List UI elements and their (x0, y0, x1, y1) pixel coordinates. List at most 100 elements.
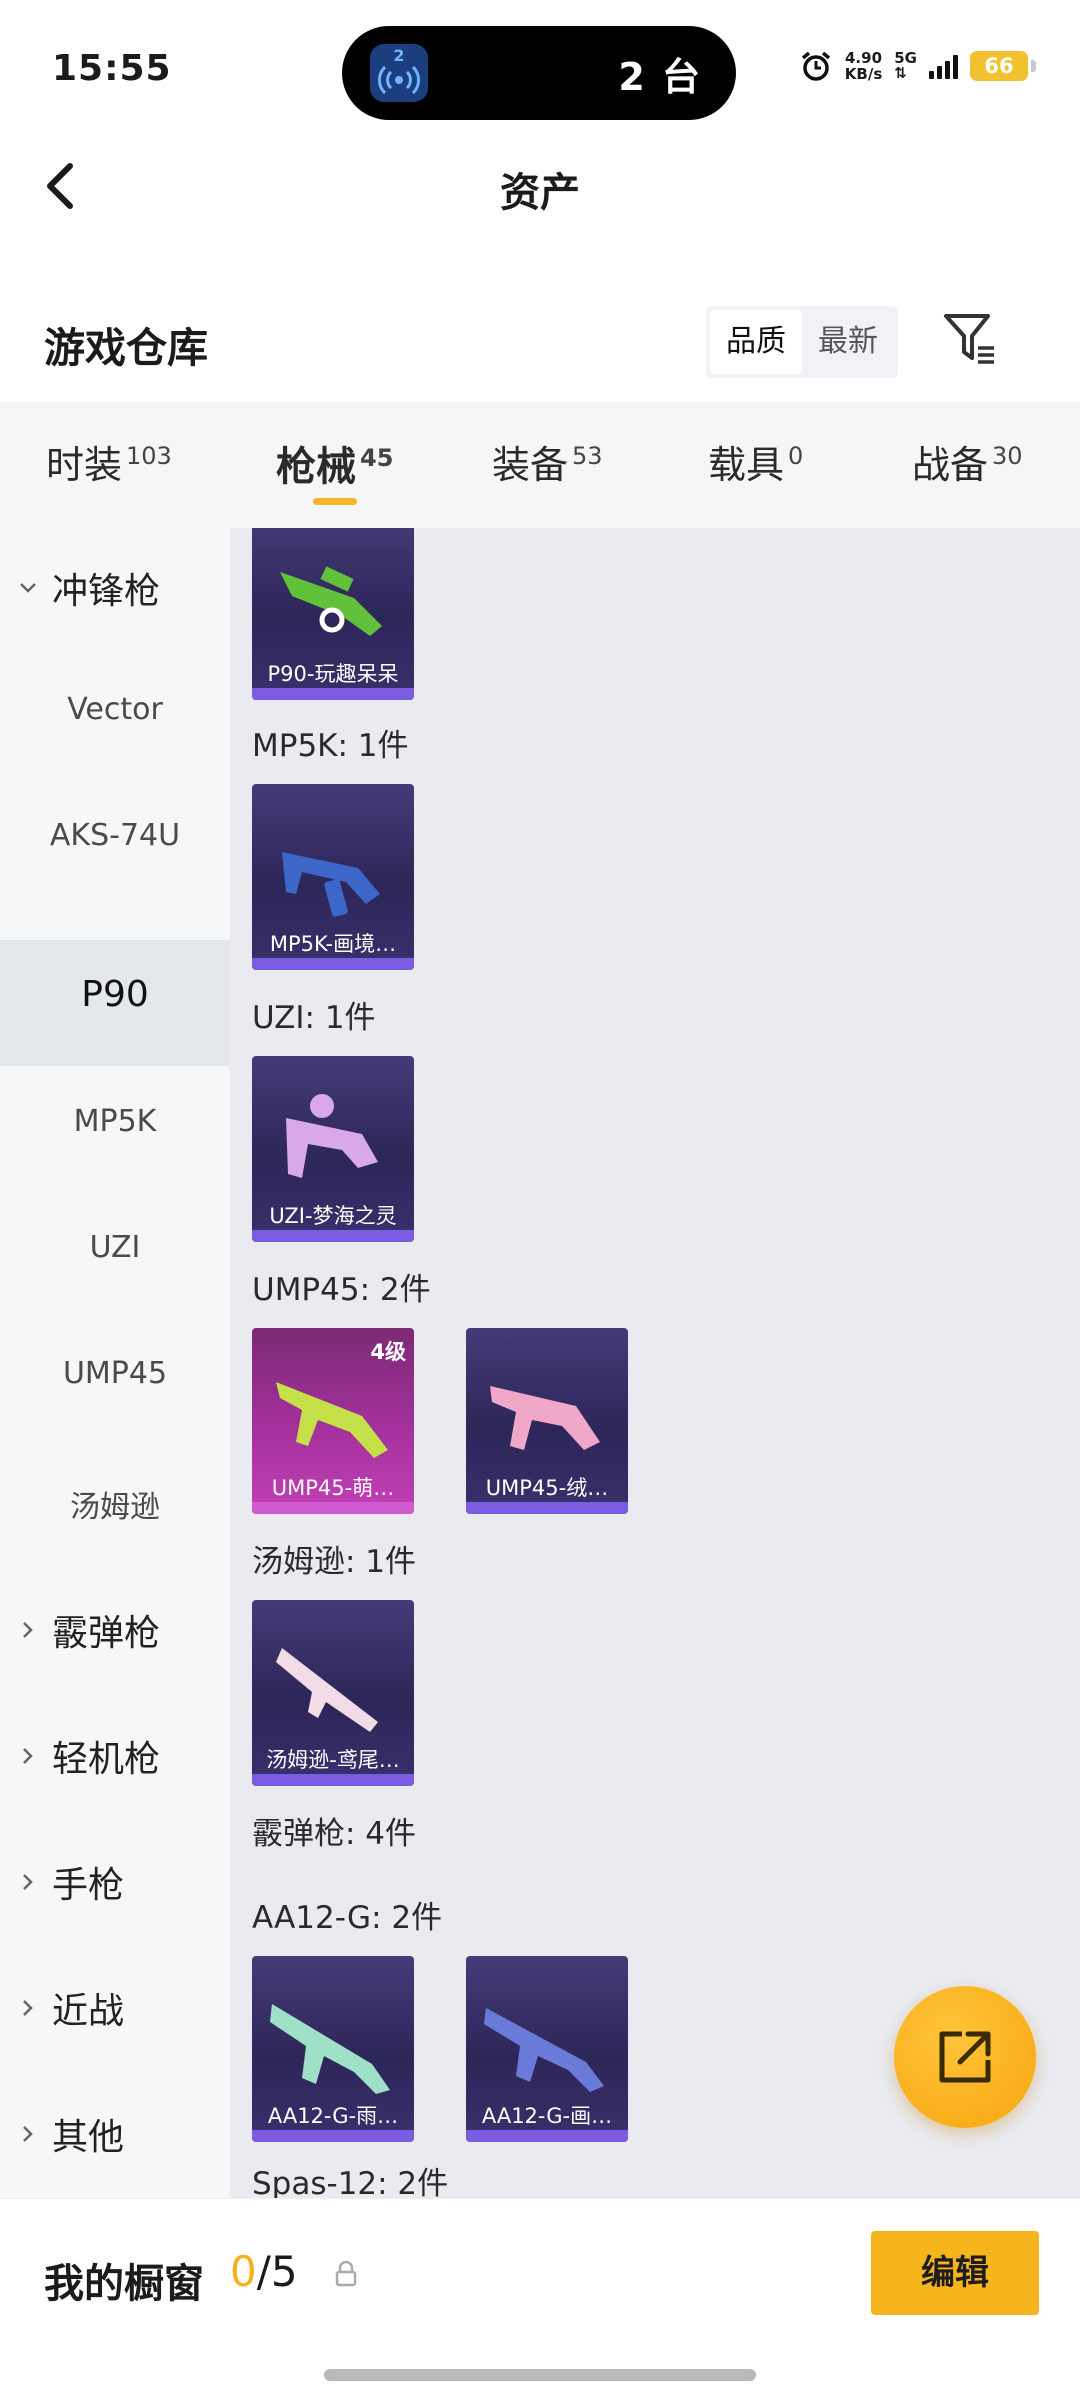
speed-unit: KB/s (844, 65, 883, 83)
rarity-bar (252, 2130, 414, 2142)
network-type: 5G ⇅ (894, 51, 917, 81)
weapon-image (484, 2008, 604, 2092)
sidebar-item-label: 近战 (52, 1991, 125, 2032)
group-header: Spas-12: 2件 (252, 2166, 449, 2198)
sidebar-item-label: 手枪 (52, 1865, 125, 1906)
signal-icon (929, 53, 958, 79)
skin-card[interactable]: UZI-梦海之灵 (252, 1056, 414, 1242)
weapon-image (270, 2004, 390, 2094)
group-header: MP5K: 1件 (252, 728, 409, 764)
skin-card[interactable]: 4级 UMP45-萌… (252, 1328, 414, 1514)
sidebar-item-vector[interactable]: Vector (0, 654, 230, 780)
showcase-count: 0/5 (230, 2247, 298, 2296)
sidebar-item-aks74u[interactable]: AKS-74U (0, 780, 230, 906)
sort-option-newest[interactable]: 最新 (802, 310, 894, 374)
sort-option-quality[interactable]: 品质 (710, 310, 802, 374)
showcase-title: 我的橱窗 (44, 2261, 204, 2307)
sort-toggle[interactable]: 品质 最新 (706, 306, 898, 378)
speed-value: 4.90 (845, 49, 883, 67)
filter-icon[interactable] (938, 306, 1002, 370)
chevron-right-icon (23, 1874, 33, 1890)
sidebar-item-shotgun[interactable]: 霰弹枪 (0, 1570, 230, 1696)
skin-name: MP5K-画境… (269, 932, 397, 956)
weapon-image (282, 852, 380, 917)
skin-name: AA12-G-画… (481, 2104, 613, 2128)
rarity-bar (252, 1502, 414, 1514)
tab-label: 装备 (492, 443, 569, 487)
battery-level: 66 (984, 54, 1014, 78)
tab-supplies[interactable]: 战备 30 (912, 434, 1023, 489)
edit-button[interactable]: 编辑 (871, 2231, 1039, 2315)
sidebar-item-label: 霰弹枪 (52, 1613, 161, 1654)
sidebar-item-other[interactable]: 其他 (0, 2074, 230, 2200)
chevron-right-icon (23, 1748, 33, 1764)
chevron-down-icon (20, 583, 36, 593)
title-bar: 资产 (0, 140, 1080, 230)
showcase-bar: 我的橱窗 0/5 编辑 (0, 2198, 1080, 2349)
category-tabs: 时装 103 枪械 45 装备 53 载具 0 战备 30 (0, 402, 1080, 528)
sidebar-item-melee[interactable]: 近战 (0, 1948, 230, 2074)
share-button[interactable] (894, 1986, 1036, 2128)
sidebar-item-smg[interactable]: 冲锋枪 (0, 528, 230, 654)
sidebar-item-label: Vector (67, 692, 163, 727)
alarm-icon (801, 51, 830, 81)
sidebar-item-ump45[interactable]: UMP45 (0, 1318, 230, 1444)
tab-fashion[interactable]: 时装 103 (46, 434, 172, 489)
skin-card[interactable]: UMP45-绒… (466, 1328, 628, 1514)
battery-icon: 66 (970, 51, 1036, 81)
rarity-bar (466, 1502, 628, 1514)
sidebar-item-label: 轻机枪 (52, 1739, 161, 1780)
tab-equipment[interactable]: 装备 53 (492, 434, 603, 489)
tab-label: 战备 (912, 443, 989, 487)
sidebar-item-mp5k[interactable]: MP5K (0, 1066, 230, 1192)
rarity-bar (252, 958, 414, 970)
weapon-image (276, 1382, 388, 1458)
rarity-bar (252, 688, 414, 700)
tab-label: 时装 (46, 443, 123, 487)
skin-card[interactable]: AA12-G-雨… (252, 1956, 414, 2142)
weapon-image (286, 1094, 378, 1178)
sidebar-item-label: 冲锋枪 (52, 571, 161, 612)
data-arrows-icon: ⇅ (894, 64, 907, 82)
showcase-count-current: 0 (230, 2247, 257, 2296)
weapon-image (276, 1648, 378, 1732)
sidebar-item-label: P90 (81, 974, 149, 1015)
weapon-category-sidebar: 冲锋枪 Vector AKS-74U P90 MP5K UZI UMP45 汤姆… (0, 528, 230, 2198)
island-text: 2 台 (618, 55, 702, 99)
group-header: 霰弹枪: 4件 (252, 1816, 417, 1852)
sidebar-item-uzi[interactable]: UZI (0, 1192, 230, 1318)
sidebar-item-label: 其他 (52, 2117, 125, 2158)
skin-name: UMP45-绒… (485, 1476, 609, 1500)
network-speed: 4.90 KB/s (845, 50, 882, 82)
dynamic-island[interactable]: 2 2 台 (342, 26, 736, 120)
skin-name: P90-玩趣呆呆 (267, 662, 399, 686)
section-header: 游戏仓库 品质 最新 (0, 290, 1080, 400)
rarity-bar (252, 1774, 414, 1786)
sidebar-item-p90[interactable]: P90 (0, 940, 230, 1066)
skin-card[interactable]: MP5K-画境… (252, 784, 414, 970)
broadcast-icon: 2 (370, 44, 428, 102)
active-tab-indicator (313, 498, 357, 505)
skin-name: UMP45-萌… (271, 1476, 395, 1500)
group-header: UMP45: 2件 (252, 1272, 431, 1308)
page-title: 资产 (500, 170, 580, 216)
sidebar-item-lmg[interactable]: 轻机枪 (0, 1696, 230, 1822)
tab-firearms[interactable]: 枪械 45 (276, 434, 393, 492)
skin-card[interactable]: 汤姆逊-鸢尾… (252, 1600, 414, 1786)
tab-vehicles[interactable]: 载具 0 (708, 434, 803, 489)
status-icons: 4.90 KB/s 5G ⇅ 66 (799, 46, 1036, 86)
skin-card[interactable]: P90-玩趣呆呆 (252, 528, 414, 700)
sidebar-item-pistol[interactable]: 手枪 (0, 1822, 230, 1948)
sidebar-item-label: MP5K (73, 1104, 157, 1139)
sidebar-item-thompson[interactable]: 汤姆逊 (0, 1444, 230, 1570)
skin-name: AA12-G-雨… (267, 2104, 399, 2128)
tab-count: 0 (788, 442, 804, 470)
tab-count: 30 (992, 442, 1023, 470)
rarity-bar (252, 1230, 414, 1242)
chevron-right-icon (23, 1622, 33, 1638)
weapon-image (280, 566, 382, 636)
group-header: UZI: 1件 (252, 1000, 376, 1036)
home-indicator[interactable] (324, 2369, 756, 2381)
weapon-image (490, 1386, 600, 1450)
skin-card[interactable]: AA12-G-画… (466, 1956, 628, 2142)
